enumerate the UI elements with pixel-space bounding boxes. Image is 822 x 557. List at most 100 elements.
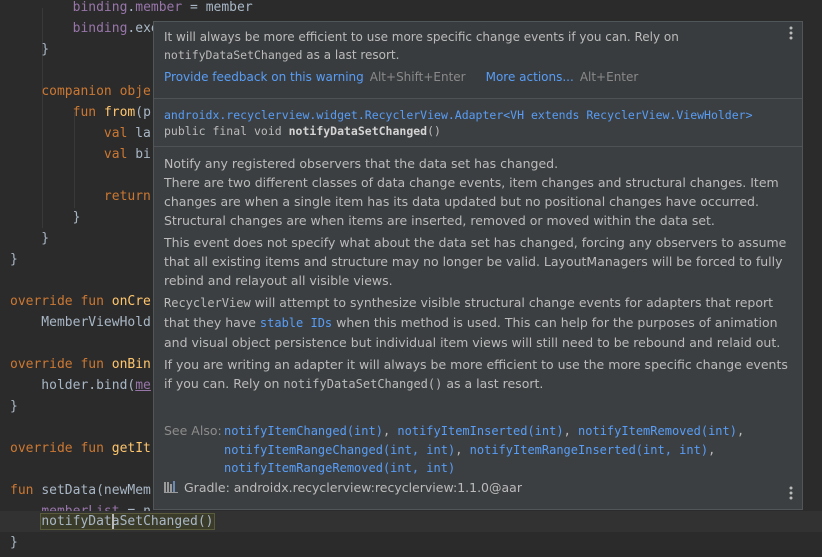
code-token: from bbox=[103, 105, 136, 120]
code-token: override fun bbox=[10, 357, 112, 372]
code-text-before-caret: notifyDat bbox=[41, 514, 112, 529]
stable-ids-link[interactable]: stable IDs bbox=[260, 316, 332, 330]
code-token: MemberViewHold bbox=[10, 315, 151, 330]
code-line[interactable]: } bbox=[10, 39, 49, 60]
divider bbox=[154, 146, 802, 147]
code-line[interactable]: } bbox=[10, 396, 18, 417]
code-token: companion obje bbox=[41, 84, 151, 99]
current-code-line[interactable]: notifyDataSetChanged() bbox=[0, 511, 822, 532]
code-line[interactable]: val bi bbox=[10, 144, 151, 165]
doc-paragraph: RecyclerView will attempt to synthesize … bbox=[164, 293, 789, 352]
method-signature: androidx.recyclerview.widget.RecyclerVie… bbox=[164, 107, 784, 139]
doc-code: RecyclerView bbox=[164, 296, 251, 310]
code-token: holder.bind( bbox=[10, 378, 136, 393]
code-token: bi bbox=[135, 147, 151, 162]
see-also-link[interactable]: notifyItemInserted(int) bbox=[397, 424, 563, 438]
code-line[interactable]: } bbox=[10, 228, 49, 249]
code-token: fun bbox=[10, 483, 42, 498]
doc-text: as a last resort. bbox=[442, 376, 544, 391]
code-token: la bbox=[135, 126, 151, 141]
code-token: (p bbox=[135, 105, 151, 120]
code-token: getIt bbox=[111, 441, 151, 456]
code-token: val bbox=[103, 126, 136, 141]
code-token: } bbox=[10, 231, 50, 246]
doc-code: notifyDataSetChanged() bbox=[283, 377, 443, 391]
kebab-vertical-icon[interactable] bbox=[786, 486, 796, 502]
warning-actions: Provide feedback on this warning Alt+Shif… bbox=[164, 70, 638, 84]
divider bbox=[154, 98, 802, 99]
code-token: binding bbox=[72, 21, 128, 36]
provide-feedback-link[interactable]: Provide feedback on this warning bbox=[164, 70, 364, 84]
code-token: fun bbox=[72, 105, 104, 120]
see-also-label: See Also: bbox=[164, 423, 222, 438]
doc-paragraph: Notify any registered observers that the… bbox=[164, 154, 789, 230]
warning-text: It will always be more efficient to use … bbox=[164, 30, 679, 44]
code-line[interactable]: } bbox=[10, 207, 81, 228]
code-line[interactable]: companion obje bbox=[10, 81, 151, 102]
code-line[interactable]: fun from(p bbox=[10, 102, 151, 123]
warning-code: notifyDataSetChanged bbox=[164, 48, 303, 62]
see-also-link[interactable]: notifyItemRemoved(int) bbox=[578, 424, 737, 438]
code-line[interactable]: fun setData(newMem bbox=[10, 480, 151, 501]
kebab-vertical-icon[interactable] bbox=[786, 26, 796, 42]
documentation-body: Notify any registered observers that the… bbox=[164, 154, 789, 397]
code-line[interactable]: override fun getIt bbox=[10, 438, 151, 459]
code-token: } bbox=[10, 252, 18, 267]
code-line[interactable]: return bbox=[10, 186, 151, 207]
code-line[interactable]: } bbox=[10, 249, 18, 270]
code-token: } bbox=[10, 42, 50, 57]
code-token: me bbox=[135, 378, 151, 393]
method-call-highlight[interactable]: notifyDataSetChanged() bbox=[40, 513, 215, 530]
code-token: val bbox=[103, 147, 136, 162]
code-token: onBin bbox=[111, 357, 151, 372]
code-text-after-caret: aSetChanged() bbox=[111, 514, 214, 529]
text-caret bbox=[111, 514, 114, 529]
code-token: setData(newMem bbox=[41, 483, 151, 498]
see-also-link[interactable]: notifyItemChanged(int) bbox=[224, 424, 383, 438]
library-icon bbox=[164, 481, 178, 493]
code-line[interactable]: binding.member = member bbox=[10, 0, 253, 18]
more-actions-link[interactable]: More actions... bbox=[486, 70, 574, 84]
warning-message: It will always be more efficient to use … bbox=[164, 28, 764, 64]
code-line[interactable]: MemberViewHold bbox=[10, 312, 151, 333]
code-token: = member bbox=[182, 0, 253, 15]
code-line[interactable]: holder.bind(me bbox=[10, 375, 151, 396]
code-token: onCre bbox=[111, 294, 151, 309]
see-also-link[interactable]: notifyItemRangeRemoved(int, int) bbox=[224, 461, 455, 475]
feedback-shortcut: Alt+Shift+Enter bbox=[369, 70, 466, 84]
closing-brace: } bbox=[10, 535, 18, 550]
gradle-library-info: Gradle: androidx.recyclerview:recyclervi… bbox=[164, 480, 522, 495]
doc-paragraph: If you are writing an adapter it will al… bbox=[164, 355, 789, 394]
quick-documentation-popup[interactable]: It will always be more efficient to use … bbox=[153, 21, 803, 510]
doc-paragraph: This event does not specify what about t… bbox=[164, 235, 787, 288]
see-also-links: notifyItemChanged(int), notifyItemInsert… bbox=[224, 424, 745, 475]
doc-text: There are two different classes of data … bbox=[164, 175, 779, 228]
code-token: member bbox=[135, 0, 183, 15]
see-also-link[interactable]: notifyItemRangeChanged(int, int) bbox=[224, 443, 455, 457]
lint-warning-section: It will always be more efficient to use … bbox=[154, 22, 802, 98]
code-token: } bbox=[10, 399, 18, 414]
doc-text: Notify any registered observers that the… bbox=[164, 156, 559, 171]
code-line[interactable]: val la bbox=[10, 123, 151, 144]
see-also-link[interactable]: notifyItemRangeInserted(int, int) bbox=[470, 443, 708, 457]
more-actions-shortcut: Alt+Enter bbox=[579, 70, 639, 84]
code-line[interactable]: override fun onCre bbox=[10, 291, 151, 312]
gradle-coordinates: Gradle: androidx.recyclerview:recyclervi… bbox=[184, 480, 522, 495]
code-token: } bbox=[10, 210, 81, 225]
signature-prefix: public final void bbox=[164, 124, 289, 138]
code-token: binding bbox=[72, 0, 128, 15]
signature-class-link[interactable]: androidx.recyclerview.widget.RecyclerVie… bbox=[164, 108, 753, 122]
signature-suffix: () bbox=[427, 124, 441, 138]
signature-method: notifyDataSetChanged bbox=[288, 124, 428, 138]
code-token: override fun bbox=[10, 441, 112, 456]
code-token: override fun bbox=[10, 294, 112, 309]
code-line[interactable]: override fun onBin bbox=[10, 354, 151, 375]
warning-text-end: as a last resort. bbox=[302, 48, 400, 62]
